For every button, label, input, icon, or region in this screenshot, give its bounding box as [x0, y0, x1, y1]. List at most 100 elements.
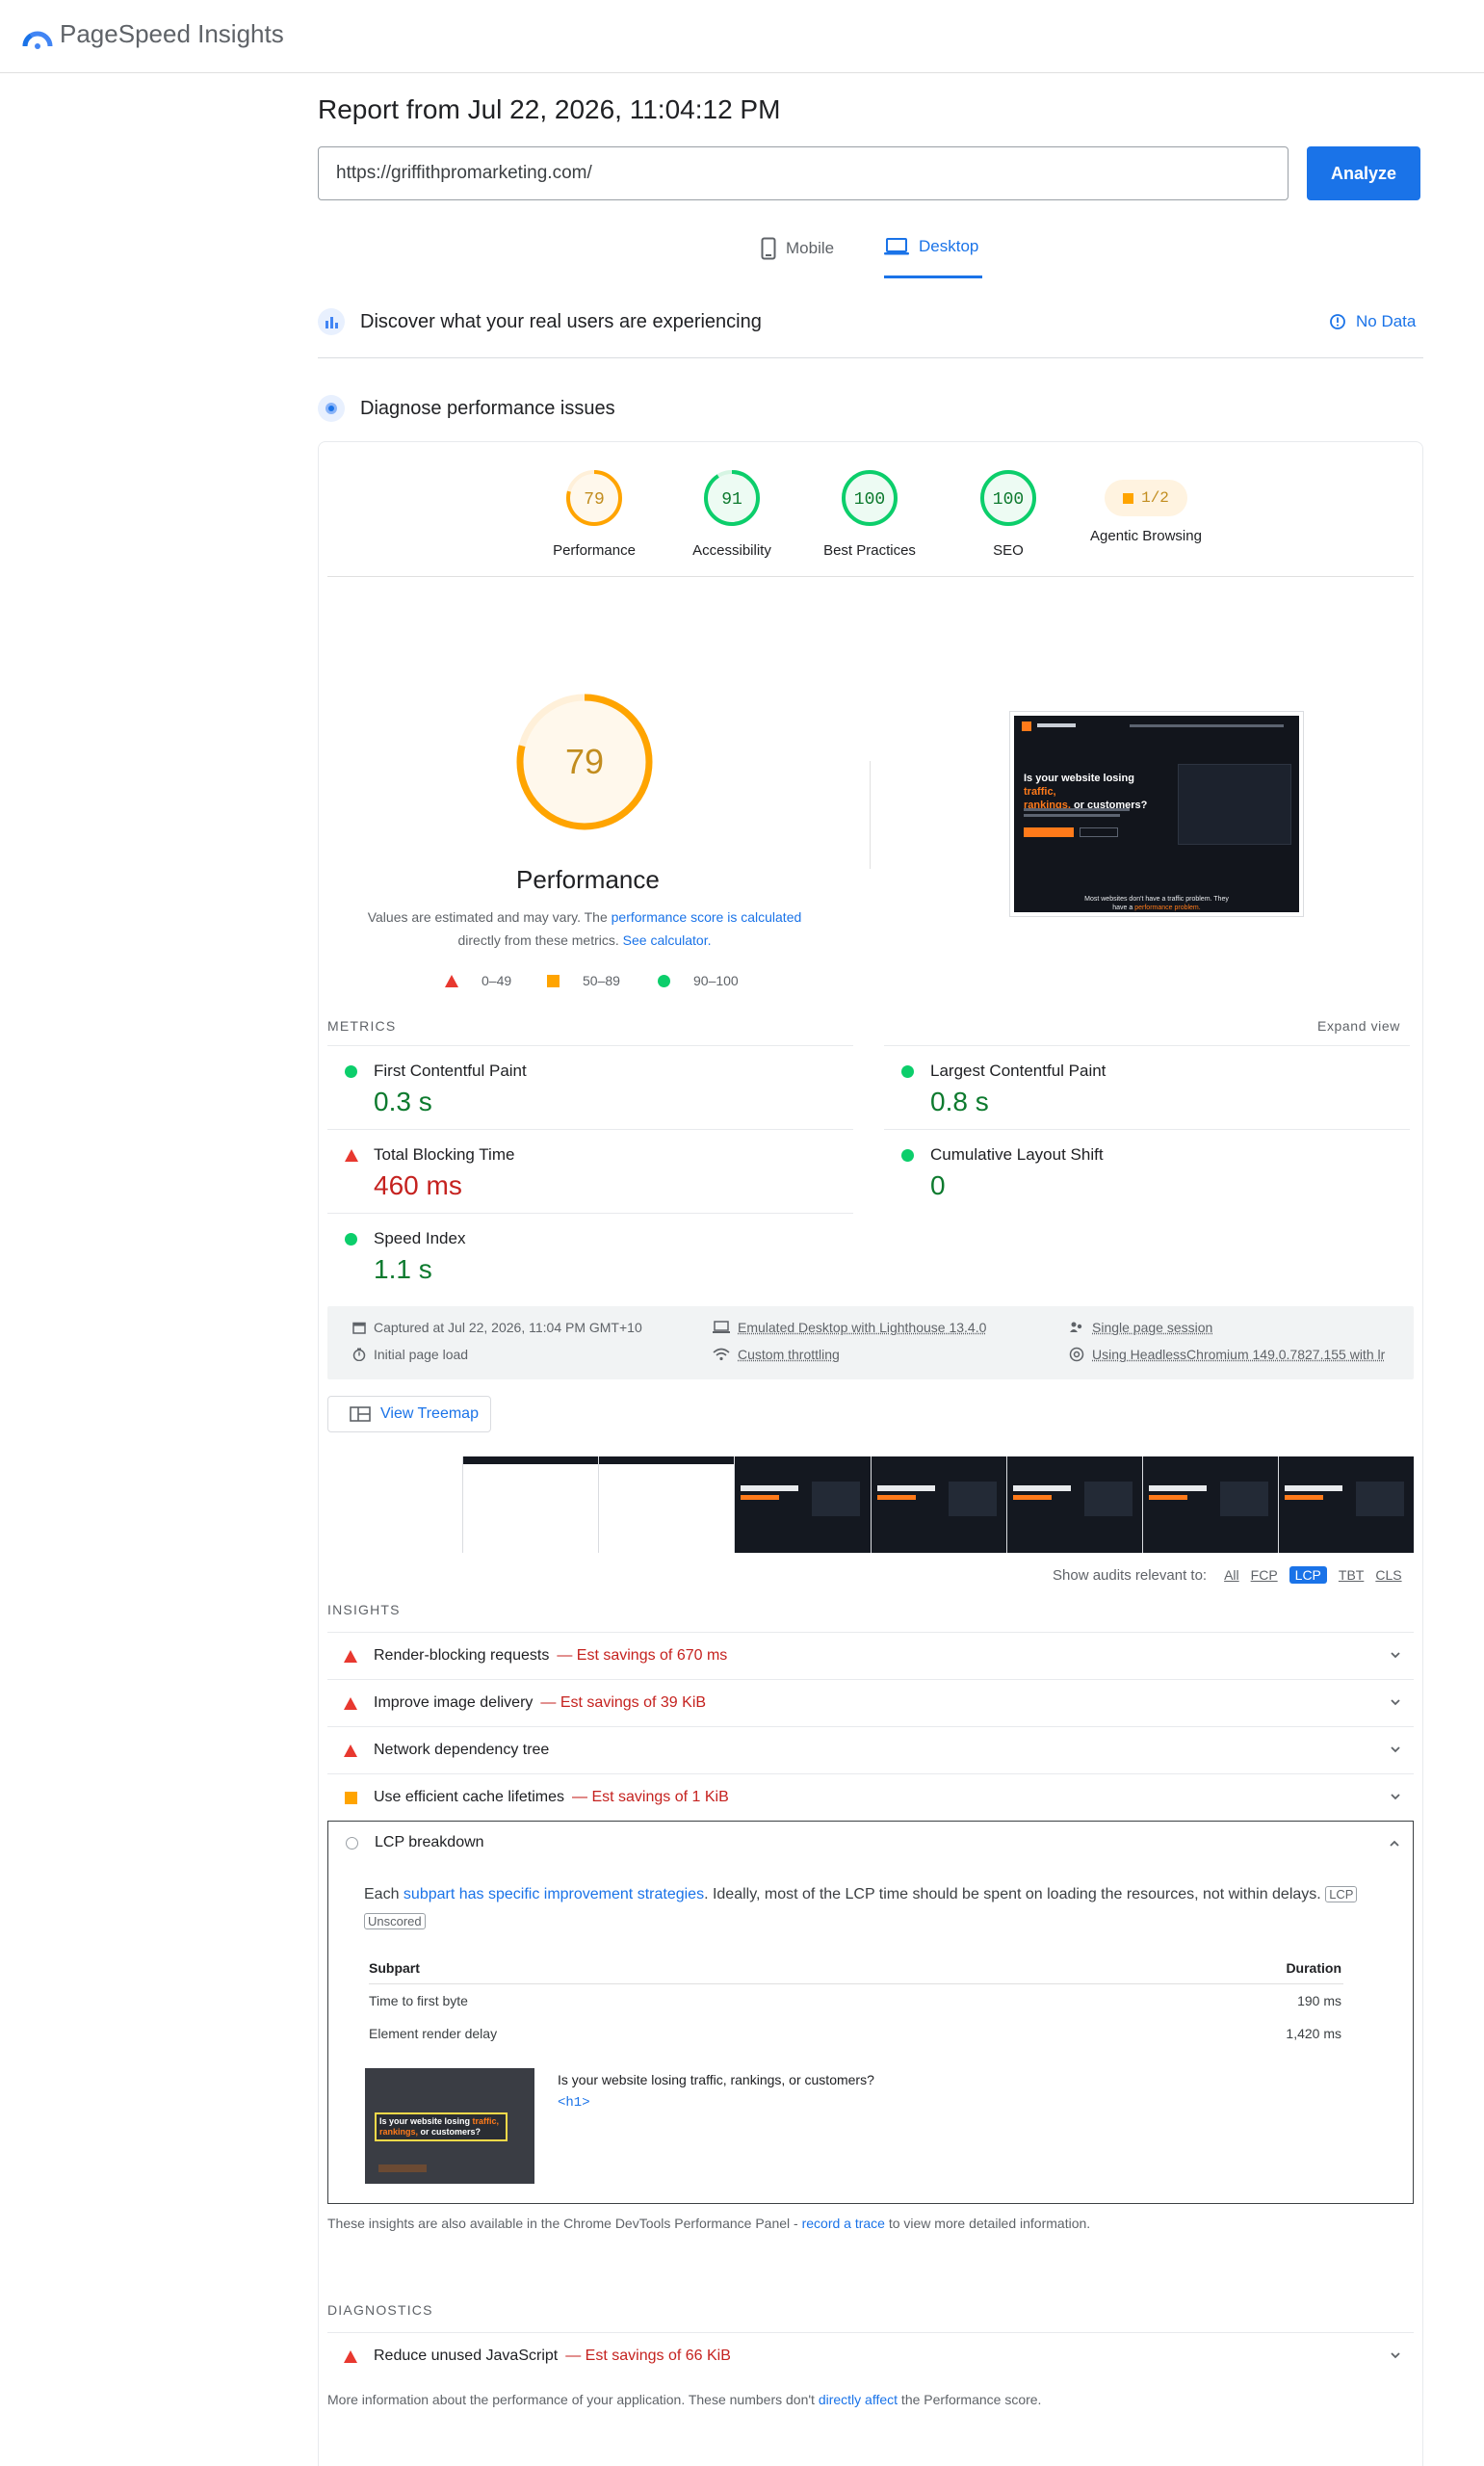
chevron-down-icon[interactable] [1389, 1790, 1402, 1803]
timer-icon [352, 1348, 366, 1361]
insight-indicator [327, 1649, 374, 1663]
metric-name: Largest Contentful Paint [930, 1062, 1106, 1080]
tab-desktop[interactable]: Desktop [884, 237, 978, 256]
view-treemap-button[interactable]: View Treemap [327, 1396, 491, 1432]
subpart-strategies-link[interactable]: subpart has specific improvement strateg… [404, 1886, 704, 1902]
insight-title: Network dependency tree [374, 1742, 550, 1758]
frame-panel [1219, 1482, 1268, 1516]
chrome-icon [1069, 1347, 1084, 1362]
frame-headline [876, 1485, 935, 1491]
frame-panel [948, 1482, 997, 1516]
score-gauge-agentic-browsing[interactable]: 1/2 Agentic Browsing [1088, 468, 1204, 544]
env-device[interactable]: Emulated Desktop with Lighthouse 13.4.0 [713, 1320, 986, 1335]
performance-gauge-large: 79 [516, 694, 653, 830]
filmstrip-frame [1142, 1456, 1278, 1553]
filmstrip-frame [1278, 1456, 1414, 1553]
circle-green-icon [345, 1065, 357, 1078]
row-ttfb-duration: 190 ms [1297, 1993, 1341, 2008]
metric-value: 0 [930, 1170, 946, 1200]
filter-all[interactable]: All [1224, 1567, 1239, 1583]
env-browser-text: Using HeadlessChromium 149.0.7827.155 wi… [1092, 1347, 1386, 1362]
insight-improve-image-delivery[interactable]: Improve image delivery — Est savings of 3… [327, 1679, 1414, 1726]
frame-topbar [463, 1456, 599, 1464]
lcp-breakdown-panel: LCP breakdown Each subpart has specific … [327, 1821, 1414, 2204]
env-browser[interactable]: Using HeadlessChromium 149.0.7827.155 wi… [1069, 1347, 1385, 1362]
insights-footnote: These insights are also available in the… [327, 2216, 1090, 2231]
insight-render-blocking-requests[interactable]: Render-blocking requests — Est savings of… [327, 1632, 1414, 1679]
score-calculated-link[interactable]: performance score is calculated [612, 909, 802, 925]
calendar-icon [352, 1322, 366, 1334]
note-text-2: directly from these metrics. [457, 932, 623, 948]
filter-fcp[interactable]: FCP [1251, 1567, 1278, 1583]
directly-affect-link[interactable]: directly affect [819, 2392, 898, 2407]
section-divider [318, 357, 1423, 358]
metric-value: 0.8 s [930, 1087, 989, 1116]
score-label: Agentic Browsing [1090, 528, 1202, 544]
note-text-1: Values are estimated and may vary. The [367, 909, 612, 925]
no-data-status[interactable]: No Data [1329, 312, 1416, 331]
preview-footer-text-2: have a [1112, 905, 1135, 911]
score-ring: 79 [566, 470, 622, 526]
score-ring: 100 [980, 470, 1036, 526]
insight-network-dependency-tree[interactable]: Network dependency tree [327, 1726, 1414, 1773]
env-session[interactable]: Single page session [1069, 1320, 1212, 1335]
see-calculator-link[interactable]: See calculator. [623, 932, 712, 948]
diagnostic-savings: — Est savings of 66 KiB [565, 2348, 731, 2364]
score-gauge-accessibility[interactable]: 91 Accessibility [674, 468, 790, 559]
chevron-down-icon[interactable] [1389, 1648, 1402, 1662]
chevron-down-icon[interactable] [1389, 1695, 1402, 1709]
pagespeed-logo-icon[interactable] [21, 21, 54, 54]
filter-cls[interactable]: CLS [1375, 1567, 1401, 1583]
score-gauge-performance[interactable]: 79 Performance [536, 468, 652, 559]
frame-accent [741, 1495, 780, 1500]
metrics-section-label: Metrics [327, 1018, 397, 1034]
insight-title: Use efficient cache lifetimes [374, 1789, 565, 1805]
expand-view-toggle[interactable]: Expand view [1317, 1018, 1400, 1034]
score-gauge-best-practices[interactable]: 100 Best Practices [812, 468, 927, 559]
frame-topbar [599, 1456, 735, 1464]
legend-poor-label: 0–49 [482, 973, 512, 988]
score-gauge-seo[interactable]: 100 SEO [950, 468, 1066, 559]
lcp-breakdown-title[interactable]: LCP breakdown [375, 1834, 484, 1851]
record-trace-link[interactable]: record a trace [802, 2216, 885, 2231]
metric-cumulative-layout-shift: Cumulative Layout Shift 0 [884, 1129, 1410, 1214]
subpart-column-header: Subpart [369, 1960, 420, 1976]
diagnostic-title: Reduce unused JavaScript [374, 2348, 559, 2364]
tab-mobile[interactable]: Mobile [761, 237, 834, 260]
env-throttling-text: Custom throttling [738, 1347, 840, 1362]
filter-tbt[interactable]: TBT [1339, 1567, 1364, 1583]
lcp-element-thumbnail[interactable]: Is your website losing traffic, rankings,… [365, 2068, 534, 2184]
env-throttling[interactable]: Custom throttling [713, 1347, 840, 1362]
filter-lcp[interactable]: LCP [1289, 1566, 1327, 1584]
lcp-element-tag[interactable]: <h1> [558, 2095, 590, 2111]
score-ring: 91 [704, 470, 760, 526]
insight-title: Improve image delivery [374, 1694, 534, 1711]
frame-headline [741, 1485, 799, 1491]
chevron-down-icon[interactable] [1389, 1743, 1402, 1756]
diagnostic-unused-js[interactable]: Reduce unused JavaScript — Est savings o… [327, 2332, 1414, 2379]
frame-accent [1012, 1495, 1052, 1500]
lcp-desc-text-1: Each [364, 1886, 404, 1902]
frame-accent [1284, 1495, 1323, 1500]
preview-nav-brand [1037, 723, 1076, 727]
chevron-down-icon[interactable] [1389, 2348, 1402, 2362]
lcp-highlight-box: Is your website losing traffic, rankings,… [375, 2112, 508, 2141]
preview-headline-text-1: Is your website losing [1024, 773, 1134, 784]
analyze-button[interactable]: Analyze [1307, 146, 1420, 200]
chevron-up-icon[interactable] [1388, 1837, 1401, 1850]
filmstrip-frame [327, 1456, 463, 1553]
env-load: Initial page load [352, 1347, 468, 1362]
frame-headline [1148, 1485, 1207, 1491]
desktop-icon [884, 238, 909, 255]
url-input[interactable]: https://griffithpromarketing.com/ [318, 146, 1289, 200]
triangle-red-icon [344, 1649, 357, 1663]
frame-accent [1148, 1495, 1187, 1500]
brand-name[interactable]: PageSpeed Insights [60, 19, 284, 49]
metric-name: First Contentful Paint [374, 1062, 527, 1080]
row-ttfb-name: Time to first byte [369, 1993, 468, 2008]
preview-logo-icon [1022, 721, 1031, 731]
lcp-tag: LCP [1325, 1886, 1358, 1902]
page-screenshot-preview[interactable]: Is your website losing traffic, rankings,… [1009, 711, 1304, 917]
lcp-desc-text-2: . Ideally, most of the LCP time should b… [704, 1886, 1321, 1902]
insight-use-efficient-cache-lifetimes[interactable]: Use efficient cache lifetimes — Est savin… [327, 1773, 1414, 1821]
